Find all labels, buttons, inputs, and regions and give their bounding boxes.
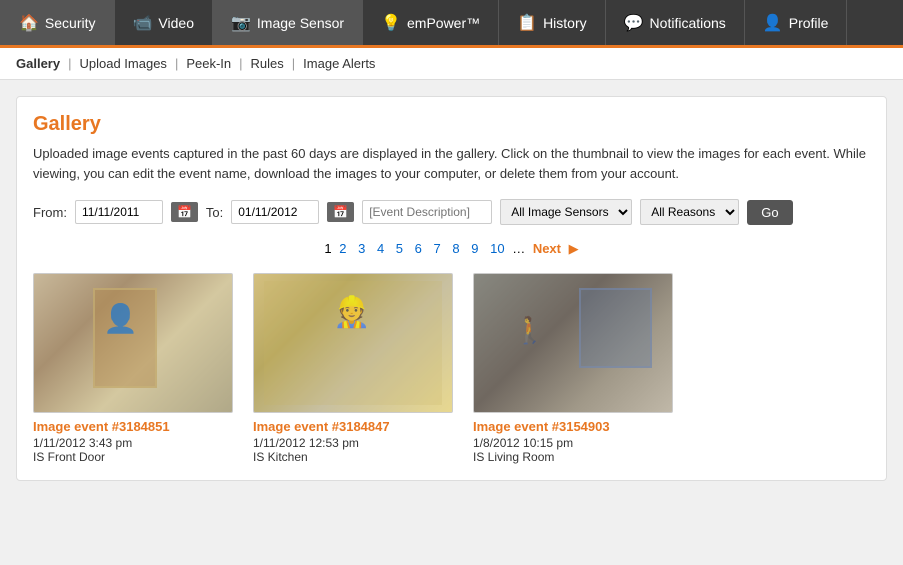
to-label: To:: [206, 205, 223, 220]
sub-navigation: Gallery | Upload Images | Peek-In | Rule…: [0, 48, 903, 80]
go-button[interactable]: Go: [747, 200, 792, 225]
nav-item-image-sensor[interactable]: 📷 Image Sensor: [213, 0, 363, 45]
profile-icon: 👤: [763, 13, 783, 33]
reasons-select[interactable]: All Reasons: [640, 199, 739, 225]
nav-label-image-sensor: Image Sensor: [257, 15, 344, 31]
subnav-gallery[interactable]: Gallery: [16, 56, 68, 71]
next-arrow: ▶: [569, 241, 579, 256]
gallery-title: Gallery: [33, 113, 870, 136]
page-current: 1: [324, 241, 331, 256]
from-label: From:: [33, 205, 67, 220]
pagination-ellipsis: …: [512, 241, 529, 256]
event-description-input[interactable]: [362, 200, 492, 224]
video-icon: 📹: [133, 13, 153, 33]
image-thumb-1[interactable]: [33, 273, 233, 413]
empower-icon: 💡: [381, 13, 401, 33]
to-calendar-button[interactable]: 📅: [327, 202, 354, 222]
nav-label-notifications: Notifications: [650, 15, 726, 31]
page-8[interactable]: 8: [448, 241, 463, 256]
event-location-3: IS Living Room: [473, 450, 673, 464]
nav-item-notifications[interactable]: 💬 Notifications: [606, 0, 745, 45]
nav-item-video[interactable]: 📹 Video: [115, 0, 213, 45]
filter-bar: From: 📅 To: 📅 All Image Sensors All Reas…: [33, 199, 870, 225]
event-date-2: 1/11/2012 12:53 pm: [253, 436, 453, 450]
gallery-container: Gallery Uploaded image events captured i…: [16, 96, 887, 481]
pagination: 1 2 3 4 5 6 7 8 9 10 … Next ▶: [33, 241, 870, 257]
image-grid: Image event #3184851 1/11/2012 3:43 pm I…: [33, 273, 870, 464]
image-sensor-icon: 📷: [231, 13, 251, 33]
nav-label-empower: emPower™: [407, 15, 480, 31]
nav-label-video: Video: [158, 15, 194, 31]
page-5[interactable]: 5: [392, 241, 407, 256]
page-9[interactable]: 9: [467, 241, 482, 256]
subnav-peek-in[interactable]: Peek-In: [178, 56, 239, 71]
nav-item-security[interactable]: 🏠 Security: [0, 0, 115, 45]
page-6[interactable]: 6: [411, 241, 426, 256]
nav-item-profile[interactable]: 👤 Profile: [745, 0, 848, 45]
page-10[interactable]: 10: [486, 241, 508, 256]
from-date-input[interactable]: [75, 200, 163, 224]
main-content: Gallery Uploaded image events captured i…: [0, 80, 903, 497]
sensors-select[interactable]: All Image Sensors: [500, 199, 632, 225]
page-3[interactable]: 3: [354, 241, 369, 256]
image-card-3[interactable]: Image event #3154903 1/8/2012 10:15 pm I…: [473, 273, 673, 464]
subnav-image-alerts[interactable]: Image Alerts: [295, 56, 383, 71]
nav-label-profile: Profile: [789, 15, 829, 31]
event-link-2[interactable]: Image event #3184847: [253, 419, 453, 434]
image-card-2[interactable]: Image event #3184847 1/11/2012 12:53 pm …: [253, 273, 453, 464]
page-4[interactable]: 4: [373, 241, 388, 256]
subnav-upload-images[interactable]: Upload Images: [71, 56, 174, 71]
event-location-1: IS Front Door: [33, 450, 233, 464]
image-thumb-3[interactable]: [473, 273, 673, 413]
from-calendar-button[interactable]: 📅: [171, 202, 198, 222]
home-icon: 🏠: [19, 13, 39, 33]
gallery-description: Uploaded image events captured in the pa…: [33, 144, 870, 183]
event-link-3[interactable]: Image event #3154903: [473, 419, 673, 434]
history-icon: 📋: [517, 13, 537, 33]
nav-label-history: History: [543, 15, 587, 31]
page-7[interactable]: 7: [430, 241, 445, 256]
to-date-input[interactable]: [231, 200, 319, 224]
event-location-2: IS Kitchen: [253, 450, 453, 464]
image-thumb-2[interactable]: [253, 273, 453, 413]
nav-label-security: Security: [45, 15, 96, 31]
subnav-rules[interactable]: Rules: [243, 56, 292, 71]
image-card-1[interactable]: Image event #3184851 1/11/2012 3:43 pm I…: [33, 273, 233, 464]
pagination-next[interactable]: Next: [529, 241, 565, 256]
event-link-1[interactable]: Image event #3184851: [33, 419, 233, 434]
nav-item-empower[interactable]: 💡 emPower™: [363, 0, 499, 45]
event-date-1: 1/11/2012 3:43 pm: [33, 436, 233, 450]
nav-item-history[interactable]: 📋 History: [499, 0, 605, 45]
event-date-3: 1/8/2012 10:15 pm: [473, 436, 673, 450]
top-navigation: 🏠 Security 📹 Video 📷 Image Sensor 💡 emPo…: [0, 0, 903, 48]
notifications-icon: 💬: [624, 13, 644, 33]
page-2[interactable]: 2: [335, 241, 350, 256]
